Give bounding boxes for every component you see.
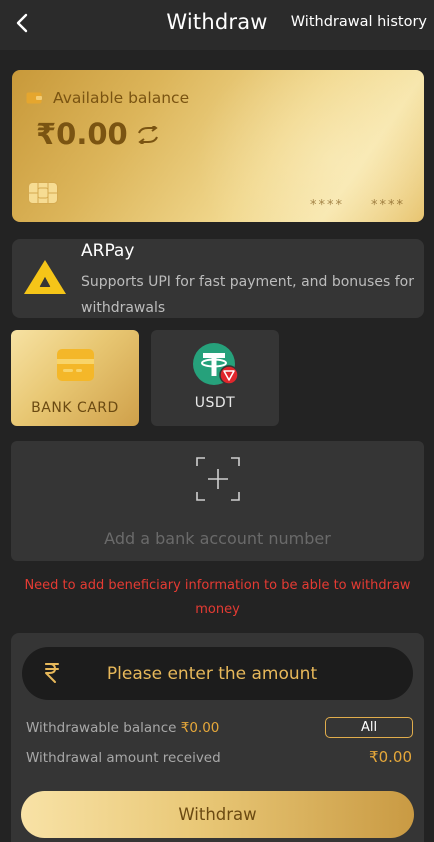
amount-input[interactable] [82, 647, 402, 700]
withdraw-page: Withdraw Withdrawal history Available ba… [0, 0, 434, 842]
wallet-icon [26, 92, 42, 104]
add-bank-account-button[interactable]: Add a bank account number [11, 441, 424, 561]
withdrawable-balance-row: Withdrawable balance ₹0.00 [26, 720, 219, 736]
withdraw-button[interactable]: Withdraw [21, 791, 414, 838]
add-bank-account-label: Add a bank account number [104, 529, 331, 548]
beneficiary-warning: Need to add beneficiary information to b… [24, 578, 411, 617]
amount-input-wrapper [22, 647, 413, 700]
received-amount-label: Withdrawal amount received [26, 750, 221, 766]
tether-icon [193, 343, 239, 385]
balance-amount: ₹0.00 [36, 117, 128, 151]
top-bar: Withdraw Withdrawal history [0, 0, 434, 50]
arpay-banner[interactable]: ARPay Supports UPI for fast payment, and… [12, 239, 424, 318]
received-amount-value: ₹0.00 [369, 748, 412, 766]
all-button[interactable]: All [325, 717, 413, 738]
arpay-logo-icon [24, 260, 66, 294]
withdrawable-balance-label: Withdrawable balance [26, 720, 177, 736]
amount-panel: Withdrawable balance ₹0.00 All Withdrawa… [11, 633, 424, 842]
refresh-icon[interactable] [136, 126, 160, 144]
rupee-icon [45, 663, 59, 683]
withdrawal-history-link[interactable]: Withdrawal history [291, 14, 427, 30]
arpay-title: ARPay [81, 241, 135, 261]
method-bank-card[interactable]: BANK CARD [11, 330, 139, 426]
add-icon [196, 457, 240, 501]
balance-card: Available balance ₹0.00 **** **** [12, 70, 424, 222]
withdrawable-balance-value: ₹0.00 [180, 720, 220, 736]
balance-label: Available balance [53, 89, 190, 107]
method-usdt-label: USDT [194, 395, 236, 411]
masked-number-left: **** [310, 198, 344, 213]
arpay-description: Supports UPI for fast payment, and bonus… [81, 274, 414, 316]
method-usdt[interactable]: USDT [151, 330, 279, 426]
card-chip-icon [28, 182, 58, 204]
method-bank-card-label: BANK CARD [31, 400, 119, 416]
masked-number-right: **** [371, 198, 405, 213]
bank-card-icon [57, 349, 94, 381]
